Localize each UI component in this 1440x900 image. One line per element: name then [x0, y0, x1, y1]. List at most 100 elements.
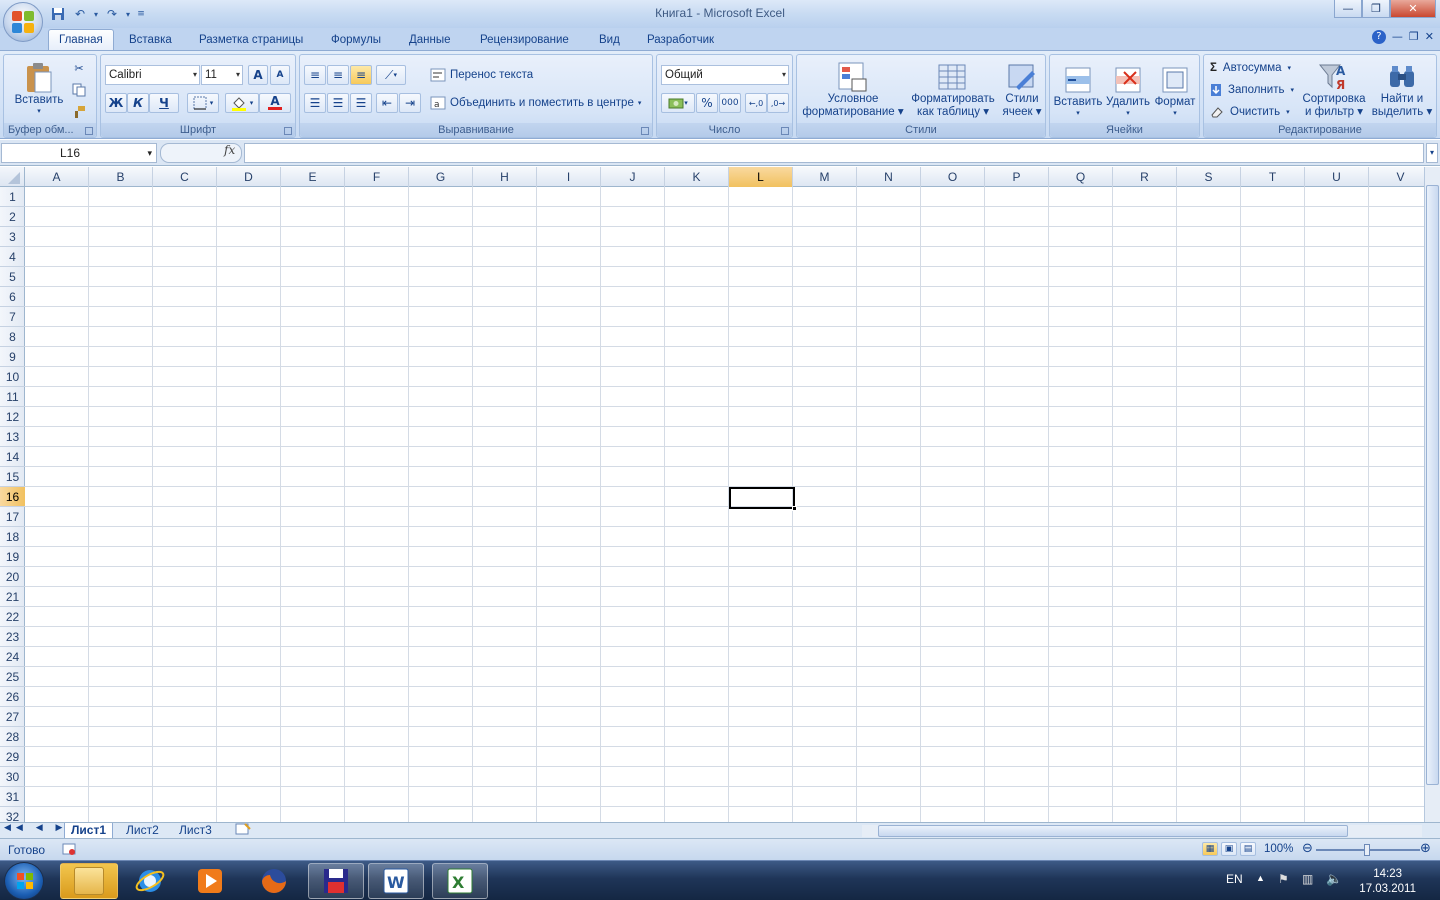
row-header[interactable]: 16 [0, 487, 25, 507]
action-center-icon[interactable]: ⚑ [1278, 872, 1289, 886]
maximize-button[interactable]: ❐ [1362, 0, 1390, 18]
workbook-minimize-button[interactable]: — [1392, 30, 1403, 44]
fill-button[interactable]: Заполнить ▾ [1210, 81, 1294, 99]
cell-styles-button[interactable]: Стили ячеек ▾ [1001, 57, 1043, 123]
align-right-button[interactable]: ☰ [350, 93, 372, 113]
show-hidden-icons[interactable]: ▲ [1256, 873, 1265, 883]
row-header[interactable]: 7 [0, 307, 25, 327]
row-header[interactable]: 13 [0, 427, 25, 447]
clear-button[interactable]: Очистить ▾ [1210, 103, 1290, 121]
font-size-combo[interactable]: 11 ▾ [201, 65, 243, 85]
close-button[interactable]: ✕ [1390, 0, 1436, 18]
workbook-restore-button[interactable]: ❐ [1409, 30, 1419, 44]
alignment-launcher-icon[interactable] [641, 127, 649, 135]
row-header[interactable]: 27 [0, 707, 25, 727]
row-header[interactable]: 5 [0, 267, 25, 287]
column-header[interactable]: H [473, 167, 537, 187]
column-header[interactable]: R [1113, 167, 1177, 187]
align-center-button[interactable]: ☰ [327, 93, 349, 113]
taskbar-explorer[interactable] [60, 863, 118, 899]
taskbar-excel[interactable]: X [432, 863, 488, 899]
tab-formulas[interactable]: Формулы [331, 31, 381, 51]
tab-page-layout[interactable]: Разметка страницы [199, 31, 303, 51]
decrease-indent-button[interactable]: ⇤ [376, 93, 398, 113]
paste-button[interactable]: Вставить ▾ [8, 57, 70, 119]
network-icon[interactable]: ▥ [1302, 872, 1313, 886]
row-header[interactable]: 19 [0, 547, 25, 567]
align-top-button[interactable]: ≡ [304, 65, 326, 85]
format-painter-icon[interactable] [70, 103, 88, 121]
increase-decimal-button[interactable]: ←,0 [745, 93, 767, 113]
row-header[interactable]: 32 [0, 807, 25, 822]
column-header[interactable]: C [153, 167, 217, 187]
row-header[interactable]: 20 [0, 567, 25, 587]
row-header[interactable]: 4 [0, 247, 25, 267]
sheet-tab-3[interactable]: Лист3 [173, 823, 218, 839]
row-header[interactable]: 12 [0, 407, 25, 427]
volume-icon[interactable]: 🔈 [1326, 871, 1342, 887]
row-header[interactable]: 24 [0, 647, 25, 667]
row-header[interactable]: 11 [0, 387, 25, 407]
tab-home[interactable]: Главная [48, 29, 114, 51]
merge-center-button[interactable]: a Объединить и поместить в центре ▾ [430, 93, 641, 113]
column-header[interactable]: J [601, 167, 665, 187]
zoom-out-icon[interactable]: ⊖ [1302, 841, 1313, 856]
row-header[interactable]: 29 [0, 747, 25, 767]
delete-cells-button[interactable]: Удалить ▾ [1104, 57, 1152, 123]
zoom-slider[interactable] [1316, 844, 1420, 856]
column-header[interactable]: L [729, 167, 793, 187]
vertical-scroll-thumb[interactable] [1426, 185, 1439, 785]
shrink-font-button[interactable]: A [270, 65, 290, 85]
tab-review[interactable]: Рецензирование [480, 31, 569, 51]
font-launcher-icon[interactable] [284, 127, 292, 135]
bold-button[interactable]: Ж [105, 93, 127, 113]
column-header[interactable]: I [537, 167, 601, 187]
horizontal-scrollbar[interactable] [862, 825, 1422, 837]
taskbar-word[interactable]: W [368, 863, 424, 899]
row-header[interactable]: 1 [0, 187, 25, 207]
macro-record-icon[interactable] [62, 842, 76, 859]
page-break-view-button[interactable]: ▤ [1240, 842, 1256, 856]
column-header[interactable]: D [217, 167, 281, 187]
font-name-combo[interactable]: Calibri ▾ [105, 65, 200, 85]
column-header[interactable]: F [345, 167, 409, 187]
zoom-level[interactable]: 100% [1264, 843, 1293, 855]
clipboard-launcher-icon[interactable] [85, 127, 93, 135]
vertical-scrollbar[interactable] [1424, 167, 1440, 822]
sheet-tab-1[interactable]: Лист1 [64, 823, 114, 839]
column-header[interactable]: V [1369, 167, 1424, 187]
help-icon[interactable]: ? [1371, 30, 1386, 44]
orientation-button[interactable]: ⟋ ▾ [376, 65, 406, 85]
row-header[interactable]: 6 [0, 287, 25, 307]
normal-view-button[interactable]: ▦ [1202, 842, 1218, 856]
autosum-button[interactable]: Σ Автосумма ▾ [1210, 59, 1291, 77]
conditional-formatting-button[interactable]: Условное форматирование ▾ [801, 57, 905, 123]
column-header[interactable]: G [409, 167, 473, 187]
row-header[interactable]: 22 [0, 607, 25, 627]
percent-format-button[interactable]: % [696, 93, 718, 113]
clock[interactable]: 14:23 17.03.2011 [1359, 867, 1416, 897]
row-header[interactable]: 17 [0, 507, 25, 527]
page-layout-view-button[interactable]: ▣ [1221, 842, 1237, 856]
wrap-text-button[interactable]: Перенос текста [430, 65, 533, 85]
formula-input[interactable] [244, 143, 1424, 163]
sheet-tab-2[interactable]: Лист2 [120, 823, 165, 839]
tab-insert[interactable]: Вставка [129, 31, 172, 51]
minimize-button[interactable]: — [1334, 0, 1362, 18]
taskbar-internet-explorer[interactable] [122, 863, 178, 899]
row-header[interactable]: 2 [0, 207, 25, 227]
horizontal-scroll-thumb[interactable] [878, 825, 1348, 837]
thousands-format-button[interactable]: 000 [719, 93, 741, 113]
insert-function-icon[interactable]: fx [224, 143, 235, 157]
column-header[interactable]: E [281, 167, 345, 187]
row-header[interactable]: 21 [0, 587, 25, 607]
column-header[interactable]: O [921, 167, 985, 187]
fill-color-button[interactable]: ▾ [225, 93, 259, 113]
row-header[interactable]: 31 [0, 787, 25, 807]
increase-indent-button[interactable]: ⇥ [399, 93, 421, 113]
name-box[interactable]: L16 ▾ [1, 143, 157, 163]
format-cells-button[interactable]: Формат ▾ [1152, 57, 1198, 123]
borders-button[interactable]: ▾ [187, 93, 219, 113]
tab-data[interactable]: Данные [409, 31, 451, 51]
fill-handle[interactable] [792, 506, 797, 511]
